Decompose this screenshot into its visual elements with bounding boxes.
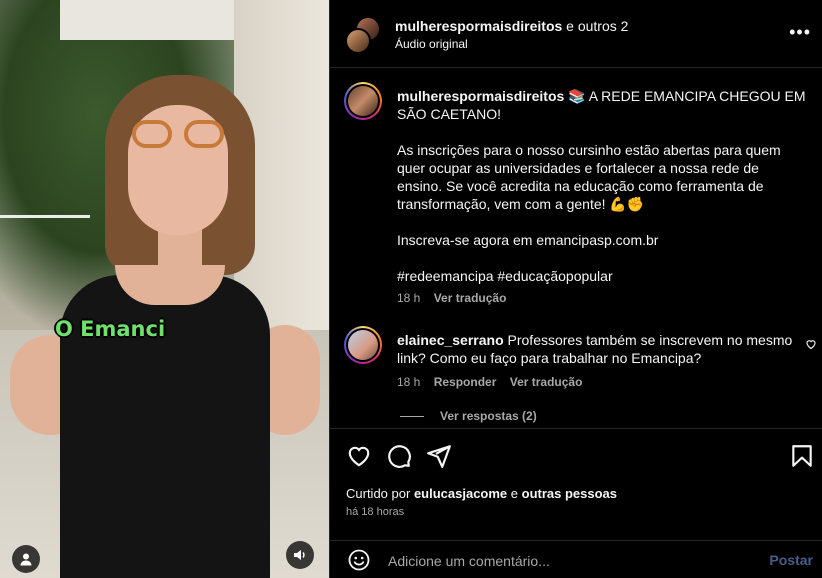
heart-icon[interactable] bbox=[346, 443, 372, 469]
tagged-users-button[interactable] bbox=[12, 545, 40, 573]
avatar bbox=[345, 28, 371, 54]
post-comment-button[interactable]: Postar bbox=[769, 552, 813, 568]
post-timestamp[interactable]: há 18 horas bbox=[346, 506, 404, 518]
post-author-avatar[interactable] bbox=[344, 82, 382, 120]
post-actions: Curtido por eulucasjacome e outras pesso… bbox=[330, 428, 822, 528]
comment-icon[interactable] bbox=[386, 443, 412, 469]
liked-by: Curtido por eulucasjacome e outras pesso… bbox=[346, 486, 617, 501]
post-hashtags[interactable]: #redeemancipa #educaçãopopular bbox=[397, 267, 807, 285]
header-avatars[interactable] bbox=[345, 16, 381, 54]
replies-divider bbox=[400, 415, 424, 417]
share-icon[interactable] bbox=[426, 443, 452, 469]
header-usernames: mulherespormaisdireitos e outros 2 bbox=[395, 18, 628, 34]
original-audio-link[interactable]: Áudio original bbox=[395, 37, 468, 51]
comment-input[interactable] bbox=[386, 550, 750, 572]
post-author-username[interactable]: mulherespormaisdireitos bbox=[397, 88, 564, 104]
video-caption-overlay: O Emanci bbox=[55, 317, 166, 341]
commenter-avatar[interactable] bbox=[344, 326, 382, 364]
video-player[interactable]: O Emanci bbox=[0, 0, 329, 578]
reply-link[interactable]: Responder bbox=[434, 375, 497, 389]
mute-toggle-button[interactable] bbox=[286, 541, 314, 569]
post-panel: mulherespormaisdireitos e outros 2 Áudio… bbox=[329, 0, 822, 578]
more-options-icon[interactable]: ••• bbox=[789, 22, 811, 43]
user-icon bbox=[20, 553, 32, 566]
emoji-icon[interactable] bbox=[347, 548, 371, 572]
post-paragraph: As inscrições para o nosso cursinho estã… bbox=[397, 142, 781, 212]
post-time: 18 h bbox=[397, 291, 421, 305]
post-meta: 18 h Ver tradução bbox=[397, 291, 516, 305]
comments-section[interactable]: mulherespormaisdireitos 📚 A REDE EMANCIP… bbox=[330, 68, 822, 428]
commenter-username[interactable]: elainec_serrano bbox=[397, 332, 504, 348]
post-caption: mulherespormaisdireitos 📚 A REDE EMANCIP… bbox=[397, 87, 807, 303]
speaker-icon bbox=[294, 550, 305, 560]
view-replies-label: Ver respostas (2) bbox=[440, 409, 537, 423]
liked-by-prefix: Curtido por bbox=[346, 486, 411, 501]
bookmark-icon[interactable] bbox=[789, 443, 815, 469]
comment-time: 18 h bbox=[397, 375, 421, 389]
add-comment-bar: Postar bbox=[330, 540, 822, 578]
liked-by-others-link[interactable]: outras pessoas bbox=[522, 486, 617, 501]
comment: elainec_serrano Professores também se in… bbox=[397, 331, 797, 367]
post-header: mulherespormaisdireitos e outros 2 Áudio… bbox=[330, 0, 822, 68]
header-others-link[interactable]: e outros 2 bbox=[566, 18, 628, 34]
comment-meta: 18 h Responder Ver tradução bbox=[397, 375, 592, 389]
post-paragraph: Inscreva-se agora em emancipasp.com.br bbox=[397, 232, 659, 248]
liked-by-and: e bbox=[510, 486, 519, 501]
liked-by-user-link[interactable]: eulucasjacome bbox=[414, 486, 507, 501]
view-replies-button[interactable]: Ver respostas (2) bbox=[400, 409, 537, 423]
header-username-link[interactable]: mulherespormaisdireitos bbox=[395, 18, 562, 34]
comment-like-icon[interactable] bbox=[805, 338, 817, 350]
translate-link[interactable]: Ver tradução bbox=[434, 291, 507, 305]
translate-link[interactable]: Ver tradução bbox=[510, 375, 583, 389]
